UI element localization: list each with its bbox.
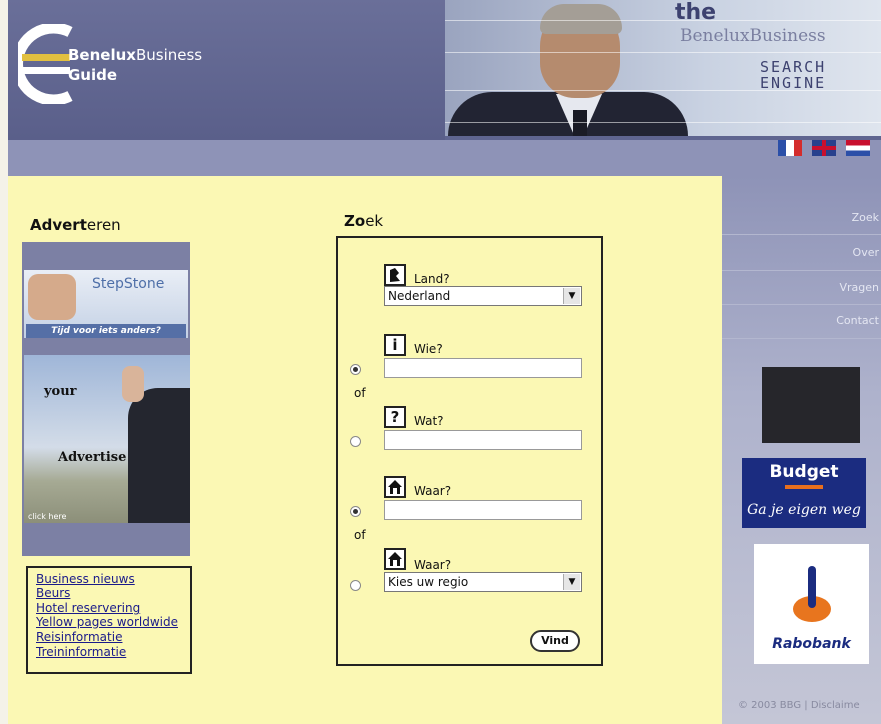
wat-label: Wat? [414, 414, 444, 428]
logo-subtitle: Guide [68, 66, 118, 84]
banner-engine: ENGINE [760, 74, 827, 92]
link-business-nieuws[interactable]: Business nieuws [36, 572, 135, 586]
of-label-1: of [354, 386, 366, 400]
fr-flag-icon[interactable] [778, 140, 802, 156]
menu-zoek[interactable]: Zoek [724, 211, 881, 224]
copyright-text: © 2003 BBG | Disclaime [738, 700, 860, 711]
banner-advertise: Advertise [58, 450, 127, 465]
vind-button[interactable]: Vind [530, 630, 580, 652]
banner-your: your [44, 384, 77, 399]
wat-input[interactable] [384, 430, 582, 450]
stepstone-name: StepStone [92, 276, 165, 292]
euro-logo-icon [18, 24, 73, 104]
photo-tie [573, 110, 587, 136]
radio-wie[interactable] [350, 364, 361, 375]
language-bar [8, 140, 881, 176]
regio-select[interactable]: Kies uw regio ▼ [384, 572, 582, 592]
budget-stripe [785, 485, 823, 489]
banner-person [128, 388, 190, 523]
nl-flag-icon[interactable] [846, 140, 870, 156]
house-icon [384, 476, 406, 498]
waar-input[interactable] [384, 500, 582, 520]
adverteren-heading: Adverteren [30, 216, 121, 234]
menu-over[interactable]: Over [724, 246, 881, 259]
house-icon [384, 548, 406, 570]
banner-click-here[interactable]: click here [28, 512, 66, 521]
wie-input[interactable] [384, 358, 582, 378]
stepstone-person [28, 274, 76, 320]
photo-hair [540, 4, 622, 34]
link-hotel-reservering[interactable]: Hotel reservering [36, 601, 140, 615]
menu-vragen[interactable]: Vragen [724, 281, 881, 294]
waar-regio-label: Waar? [414, 558, 452, 572]
country-icon [384, 264, 406, 286]
link-reisinformatie[interactable]: Reisinformatie [36, 630, 122, 644]
zoek-heading: Zoek [344, 212, 384, 230]
banner-the: the [675, 0, 717, 25]
regio-value: Kies uw regio [388, 575, 469, 589]
radio-wat[interactable] [350, 436, 361, 447]
logo-title[interactable]: BeneluxBusiness [68, 46, 202, 64]
land-label: Land? [414, 272, 450, 286]
chevron-down-icon[interactable]: ▼ [563, 288, 580, 304]
budget-slogan: Ga je eigen weg [747, 502, 861, 518]
country-value: Nederland [388, 289, 451, 303]
rabobank-name: Rabobank [772, 636, 851, 652]
banner-name: BeneluxBusiness [680, 26, 826, 46]
question-icon: ? [384, 406, 406, 428]
dark-ad-box[interactable] [762, 367, 860, 443]
budget-name: Budget [769, 462, 839, 482]
radio-waar[interactable] [350, 506, 361, 517]
radio-regio[interactable] [350, 580, 361, 591]
info-icon: i [384, 334, 406, 356]
menu-contact[interactable]: Contact [724, 314, 881, 327]
link-yellow-pages[interactable]: Yellow pages worldwide [36, 615, 178, 629]
stepstone-tagline: Tijd voor iets anders? [26, 324, 186, 338]
waar-label: Waar? [414, 484, 452, 498]
chevron-down-icon[interactable]: ▼ [563, 574, 580, 590]
link-beurs[interactable]: Beurs [36, 586, 70, 600]
country-select[interactable]: Nederland ▼ [384, 286, 582, 306]
uk-flag-icon[interactable] [812, 140, 836, 156]
link-treininformatie[interactable]: Treininformatie [36, 645, 126, 659]
rabobank-figure-icon [808, 566, 816, 608]
of-label-2: of [354, 528, 366, 542]
banner-hand [122, 366, 144, 402]
wie-label: Wie? [414, 342, 443, 356]
